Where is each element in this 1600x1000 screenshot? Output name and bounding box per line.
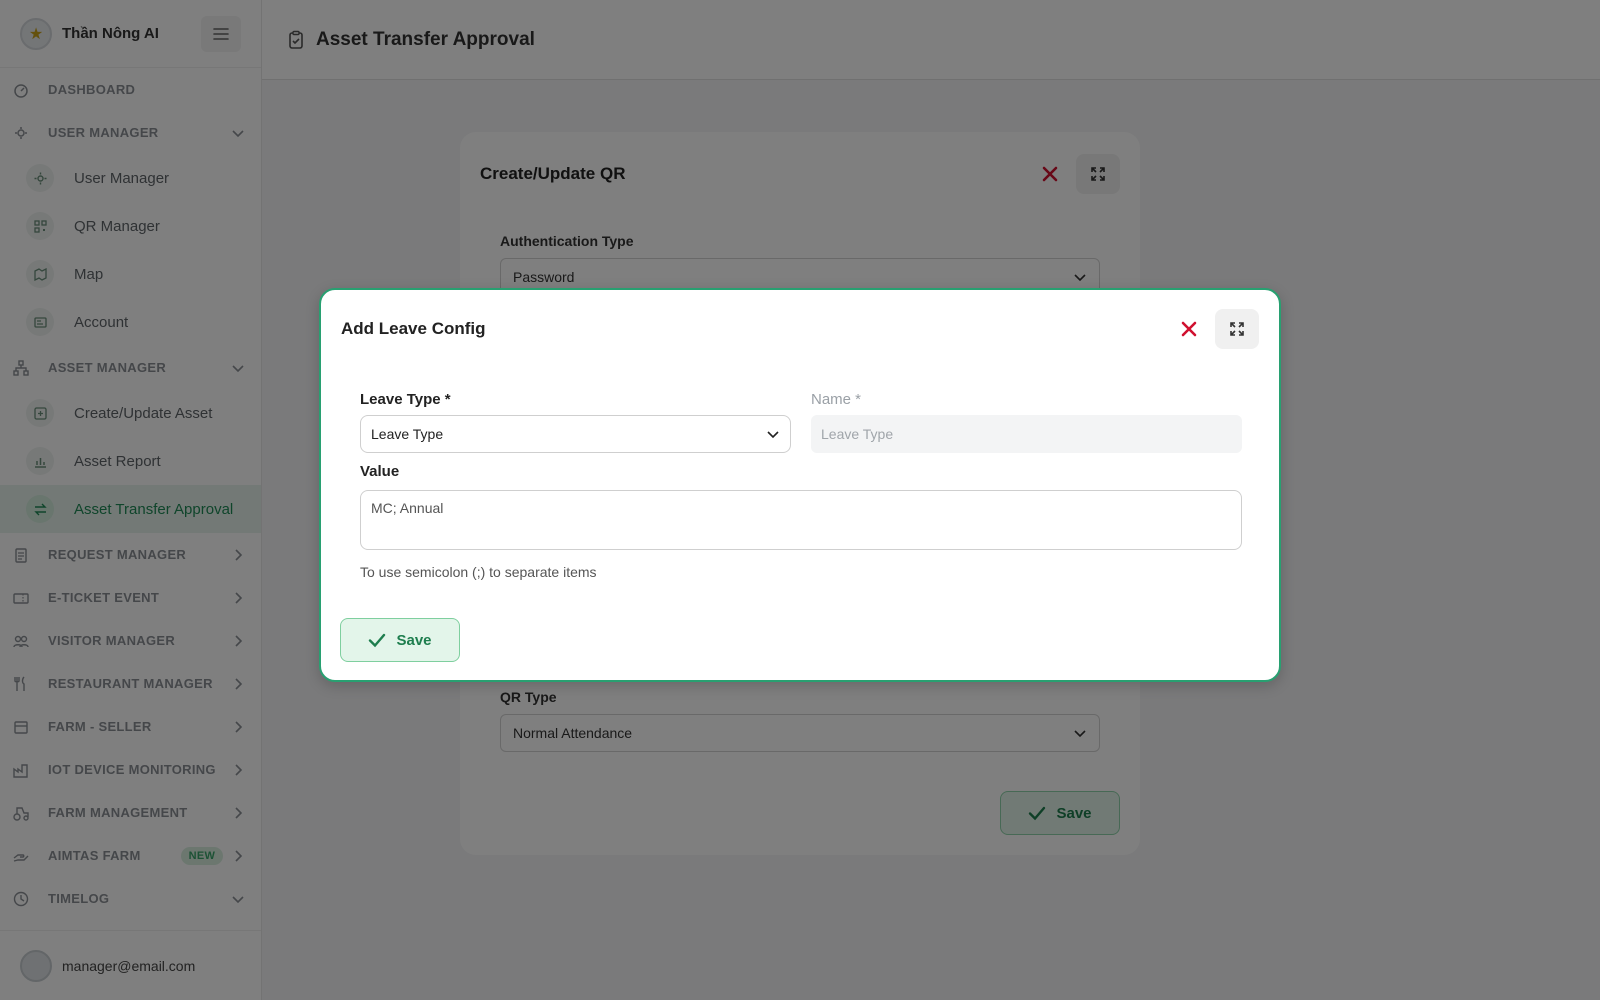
check-icon: [369, 633, 386, 648]
name-input[interactable]: [811, 415, 1242, 453]
close-icon: [1181, 321, 1197, 337]
leave-save-button[interactable]: Save: [340, 618, 460, 662]
leave-type-select[interactable]: Leave Type: [360, 415, 791, 453]
close-button[interactable]: [1169, 309, 1209, 349]
expand-button[interactable]: [1215, 309, 1259, 349]
value-help-text: To use semicolon (;) to separate items: [360, 564, 597, 580]
leave-save-label: Save: [396, 631, 432, 649]
value-label: Value: [360, 463, 400, 480]
value-textarea[interactable]: MC; Annual: [360, 490, 1242, 550]
add-leave-config-modal: Add Leave Config Leave Type * Leave Type…: [319, 288, 1281, 682]
modal-header: Add Leave Config: [321, 290, 1279, 368]
name-label: Name *: [811, 391, 862, 408]
leave-type-label: Leave Type *: [360, 391, 451, 408]
expand-icon: [1230, 322, 1244, 336]
chevron-down-icon: [767, 431, 779, 439]
leave-type-value: Leave Type: [371, 426, 444, 442]
modal-title: Add Leave Config: [341, 319, 486, 338]
